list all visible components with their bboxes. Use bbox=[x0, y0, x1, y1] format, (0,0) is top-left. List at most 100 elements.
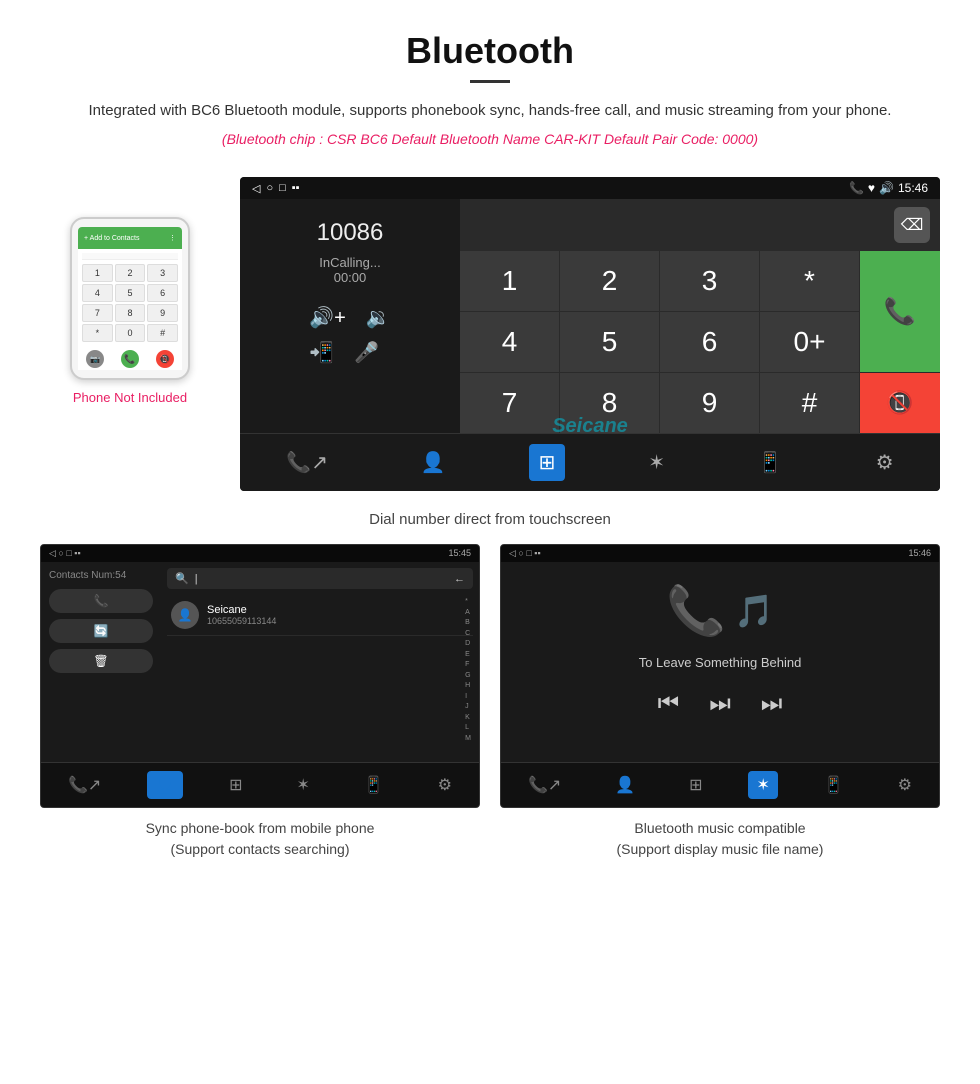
search-cursor: | bbox=[195, 573, 198, 585]
alpha-k[interactable]: K bbox=[465, 713, 471, 724]
key-1[interactable]: 1 bbox=[460, 251, 559, 311]
nav-call-transfer[interactable]: 📞↗ bbox=[276, 444, 338, 481]
music-body: 📞 🎵 To Leave Something Behind ⏮ ⏭ ⏭ bbox=[501, 562, 939, 762]
contact-item-seicane[interactable]: 👤 Seicane 10655059113144 bbox=[167, 595, 473, 636]
music-status-icons: ◁ ○ □ ▪▪ bbox=[509, 548, 541, 559]
bottom-nav-wrapper: Seicane 📞↗ 👤 ⊞ ✶ 📱 ⚙ bbox=[240, 433, 940, 491]
music-prev-icon[interactable]: ⏮ bbox=[658, 690, 680, 718]
contacts-sync-btn[interactable]: 🔄 bbox=[49, 619, 153, 643]
status-time: 15:46 bbox=[898, 181, 928, 195]
key-8[interactable]: 8 bbox=[560, 373, 659, 433]
m-nav-phone[interactable]: 📱 bbox=[816, 771, 852, 799]
phone-key-9[interactable]: 9 bbox=[147, 304, 178, 322]
music-status-time: 15:46 bbox=[908, 548, 931, 559]
key-3[interactable]: 3 bbox=[660, 251, 759, 311]
alpha-j[interactable]: J bbox=[465, 702, 471, 713]
phone-key-0[interactable]: 0 bbox=[115, 324, 146, 342]
backspace-button[interactable]: ⌫ bbox=[894, 207, 930, 243]
key-hash[interactable]: # bbox=[760, 373, 859, 433]
music-caption-line1: Bluetooth music compatible bbox=[634, 820, 805, 836]
alpha-f[interactable]: F bbox=[465, 660, 471, 671]
contacts-delete-btn[interactable]: 🗑 bbox=[49, 649, 153, 673]
phone-key-7[interactable]: 7 bbox=[82, 304, 113, 322]
phone-end-btn[interactable]: 📵 bbox=[156, 350, 174, 368]
contacts-call-btn[interactable]: 📞 bbox=[49, 589, 153, 613]
m-nav-dialpad[interactable]: ⊞ bbox=[681, 771, 710, 799]
c-nav-call[interactable]: 📞↗ bbox=[60, 771, 109, 799]
key-0plus[interactable]: 0+ bbox=[760, 312, 859, 372]
contacts-alphabet-list: * A B C D E F G H I J K L bbox=[463, 595, 473, 746]
wifi-icon: 🔊 bbox=[879, 181, 894, 195]
dial-volume-row: 🔊+ 🔉 bbox=[309, 305, 391, 330]
c-nav-settings[interactable]: ⚙ bbox=[430, 771, 460, 799]
c-nav-dialpad[interactable]: ⊞ bbox=[221, 771, 250, 799]
window-icon: □ bbox=[279, 182, 286, 194]
dial-controls: 🔊+ 🔉 📲 🎤 bbox=[309, 305, 391, 365]
alpha-l[interactable]: L bbox=[465, 723, 471, 734]
key-star[interactable]: * bbox=[760, 251, 859, 311]
nav-phone-transfer[interactable]: 📱 bbox=[748, 444, 793, 481]
phone-key-8[interactable]: 8 bbox=[115, 304, 146, 322]
key-5[interactable]: 5 bbox=[560, 312, 659, 372]
alpha-e[interactable]: E bbox=[465, 650, 471, 661]
key-4[interactable]: 4 bbox=[460, 312, 559, 372]
m-nav-contacts[interactable]: 👤 bbox=[607, 771, 643, 799]
transfer-icon[interactable]: 📲 bbox=[309, 340, 334, 365]
alpha-m[interactable]: M bbox=[465, 734, 471, 745]
alpha-c[interactable]: C bbox=[465, 629, 471, 640]
bottom-screenshots: ◁ ○ □ ▪▪ 15:45 Contacts Num:54 📞 🔄 🗑 🔍 |… bbox=[0, 544, 980, 864]
keypad-grid: 1 2 3 * 📞 4 5 6 0+ 7 8 9 # 📵 bbox=[460, 251, 940, 433]
vol-up-icon[interactable]: 🔊+ bbox=[309, 305, 346, 330]
m-nav-call[interactable]: 📞↗ bbox=[520, 771, 569, 799]
bottom-nav: 📞↗ 👤 ⊞ ✶ 📱 ⚙ bbox=[240, 433, 940, 491]
nav-bluetooth[interactable]: ✶ bbox=[638, 444, 675, 481]
nav-contacts[interactable]: 👤 bbox=[411, 444, 456, 481]
c-nav-phone[interactable]: 📱 bbox=[356, 771, 392, 799]
c-nav-contacts[interactable]: 👤 bbox=[147, 771, 183, 799]
phone-key-6[interactable]: 6 bbox=[147, 284, 178, 302]
nav-dialpad[interactable]: ⊞ bbox=[529, 444, 566, 481]
c-nav-bluetooth[interactable]: ✶ bbox=[288, 771, 317, 799]
alpha-h[interactable]: H bbox=[465, 681, 471, 692]
m-nav-settings[interactable]: ⚙ bbox=[890, 771, 920, 799]
nav-settings[interactable]: ⚙ bbox=[866, 444, 904, 481]
vol-down-icon[interactable]: 🔉 bbox=[366, 305, 391, 330]
alpha-d[interactable]: D bbox=[465, 639, 471, 650]
alpha-a[interactable]: A bbox=[465, 608, 471, 619]
contacts-screen: ◁ ○ □ ▪▪ 15:45 Contacts Num:54 📞 🔄 🗑 🔍 |… bbox=[40, 544, 480, 808]
phone-call-btn[interactable]: 📞 bbox=[121, 350, 139, 368]
mic-icon[interactable]: 🎤 bbox=[354, 340, 379, 365]
phone-status-icon: 📞 bbox=[849, 181, 864, 195]
phone-camera-btn[interactable]: 📷 bbox=[86, 350, 104, 368]
phone-key-5[interactable]: 5 bbox=[115, 284, 146, 302]
phone-mockup: + Add to Contacts ⋮ 1 2 3 4 5 6 7 8 9 * … bbox=[70, 217, 190, 380]
phone-key-4[interactable]: 4 bbox=[82, 284, 113, 302]
alpha-i[interactable]: I bbox=[465, 692, 471, 703]
alpha-b[interactable]: B bbox=[465, 618, 471, 629]
music-play-pause-icon[interactable]: ⏭ bbox=[709, 690, 731, 718]
key-2[interactable]: 2 bbox=[560, 251, 659, 311]
contacts-caption: Sync phone-book from mobile phone (Suppo… bbox=[146, 808, 375, 864]
music-note-icon: 🎵 bbox=[734, 592, 774, 630]
header-section: Bluetooth Integrated with BC6 Bluetooth … bbox=[0, 0, 980, 167]
music-screenshot-block: ◁ ○ □ ▪▪ 15:46 📞 🎵 To Leave Something Be… bbox=[500, 544, 940, 864]
key-6[interactable]: 6 bbox=[660, 312, 759, 372]
phone-key-star[interactable]: * bbox=[82, 324, 113, 342]
key-7[interactable]: 7 bbox=[460, 373, 559, 433]
phone-key-1[interactable]: 1 bbox=[82, 264, 113, 282]
music-screen: ◁ ○ □ ▪▪ 15:46 📞 🎵 To Leave Something Be… bbox=[500, 544, 940, 808]
music-icon-area: 📞 🎵 bbox=[666, 582, 774, 639]
m-nav-bluetooth[interactable]: ✶ bbox=[748, 771, 777, 799]
call-green-button[interactable]: 📞 bbox=[860, 251, 940, 372]
music-next-icon[interactable]: ⏭ bbox=[761, 690, 783, 718]
alpha-g[interactable]: G bbox=[465, 671, 471, 682]
key-9[interactable]: 9 bbox=[660, 373, 759, 433]
phone-key-2[interactable]: 2 bbox=[115, 264, 146, 282]
main-caption: Dial number direct from touchscreen bbox=[0, 501, 980, 544]
phone-display bbox=[82, 253, 178, 260]
phone-key-3[interactable]: 3 bbox=[147, 264, 178, 282]
contacts-screenshot-block: ◁ ○ □ ▪▪ 15:45 Contacts Num:54 📞 🔄 🗑 🔍 |… bbox=[40, 544, 480, 864]
phone-key-hash[interactable]: # bbox=[147, 324, 178, 342]
phone-add-contacts: + Add to Contacts bbox=[84, 235, 139, 242]
call-end-button[interactable]: 📵 bbox=[860, 373, 940, 433]
